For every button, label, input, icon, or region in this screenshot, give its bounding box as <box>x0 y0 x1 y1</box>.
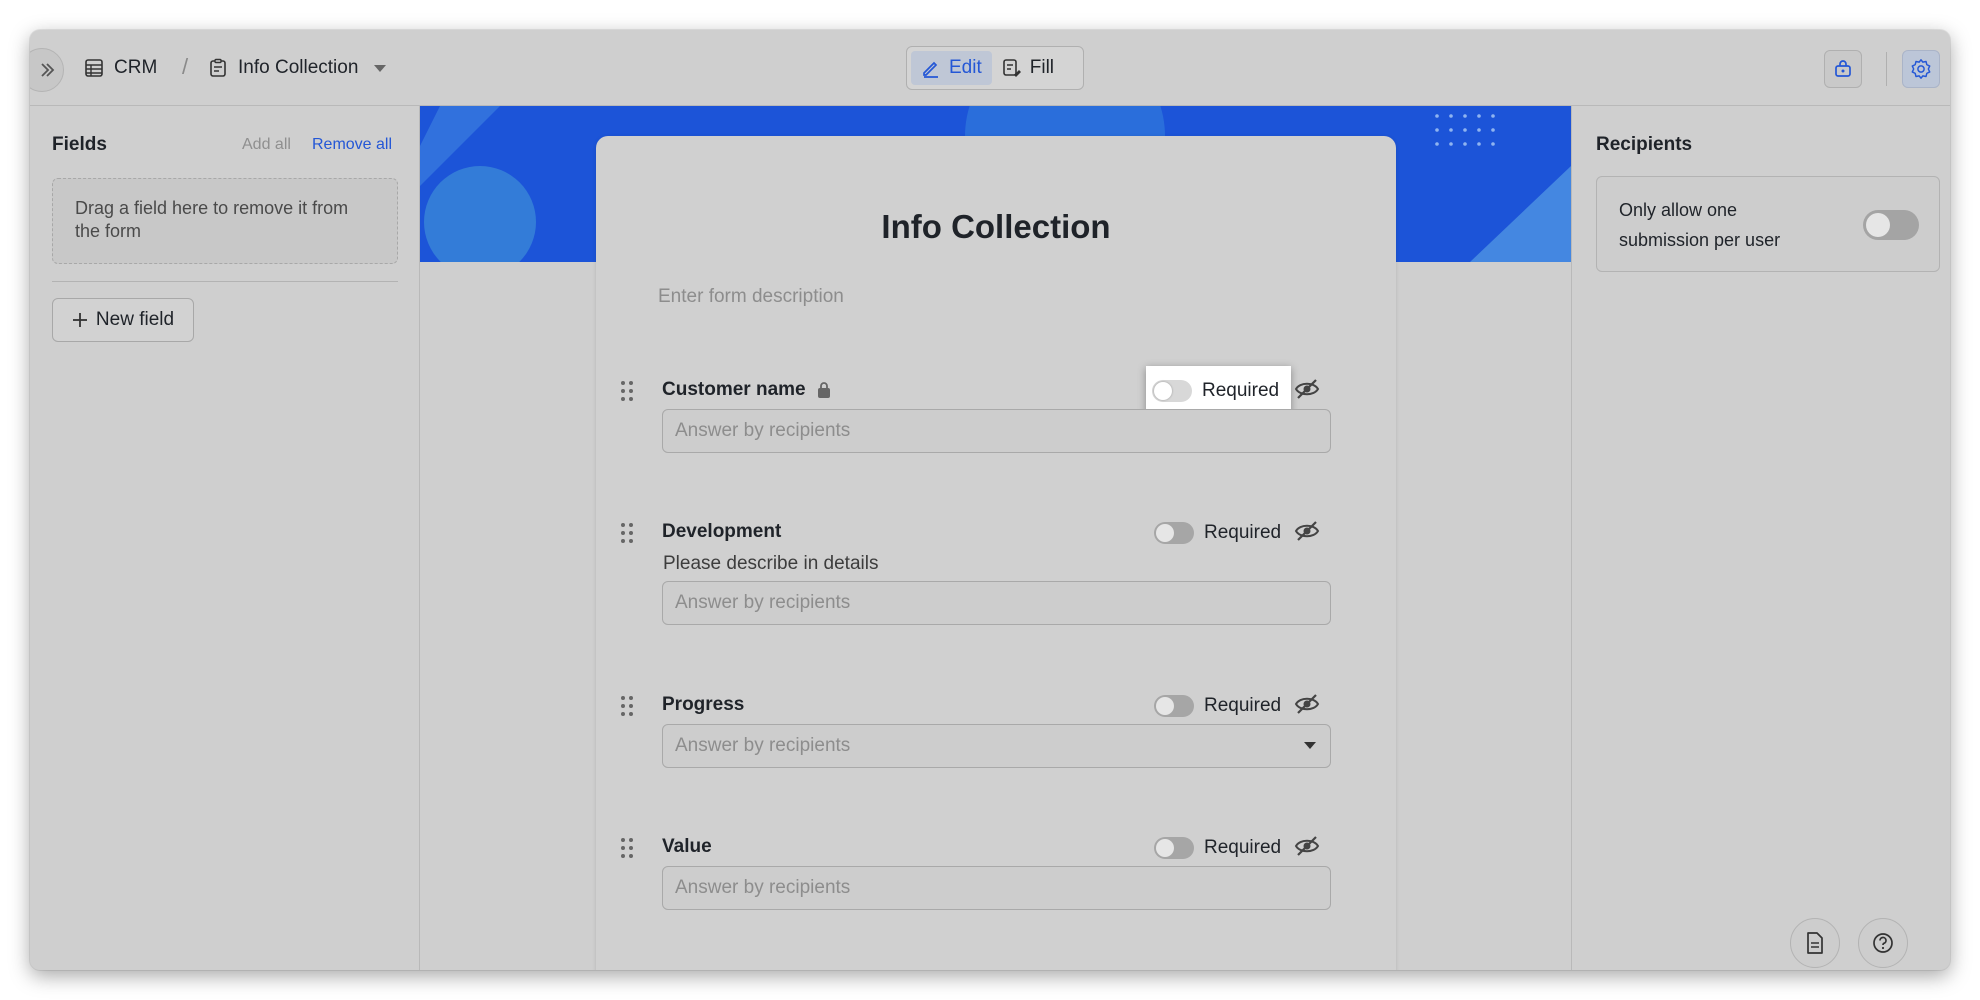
app-window: CRM / Info Collection Edit Fill Fields A… <box>30 30 1950 970</box>
form-icon <box>210 58 226 77</box>
new-field-label: New field <box>95 309 175 330</box>
plus-icon <box>72 313 87 327</box>
eye-off-icon[interactable] <box>1294 519 1320 543</box>
help-button[interactable] <box>1858 918 1908 968</box>
one-submission-toggle[interactable] <box>1863 210 1919 240</box>
form-canvas: Info Collection Enter form description C… <box>420 106 1571 970</box>
drag-handle-icon[interactable] <box>620 521 634 545</box>
fields-panel-title: Fields <box>52 134 107 155</box>
required-toggle[interactable]: Required <box>1150 686 1289 726</box>
field-label: Development <box>662 521 781 543</box>
remove-all-button[interactable]: Remove all <box>312 136 392 154</box>
drag-handle-icon[interactable] <box>620 379 634 403</box>
lock-icon <box>817 382 830 398</box>
eye-off-icon[interactable] <box>1294 377 1320 401</box>
remove-field-dropzone[interactable]: Drag a field here to remove it from the … <box>52 178 398 264</box>
eye-off-icon[interactable] <box>1294 692 1320 716</box>
required-label: Required <box>1204 695 1282 716</box>
question-mark-icon <box>1873 933 1893 953</box>
field-label: Value <box>662 836 712 858</box>
edit-mode-button[interactable]: Edit <box>911 51 992 85</box>
answer-input[interactable]: Answer by recipients <box>662 866 1331 910</box>
one-submission-setting: Only allow one submission per user <box>1596 176 1940 272</box>
form-card: Info Collection Enter form description C… <box>596 136 1396 970</box>
toggle-switch[interactable] <box>1154 522 1194 544</box>
pencil-icon <box>923 61 938 78</box>
field-label: Progress <box>662 694 744 716</box>
lock-bag-icon <box>1835 60 1851 77</box>
field-label-text: Progress <box>662 694 745 715</box>
required-label: Required <box>1204 522 1282 543</box>
breadcrumb-separator: / <box>182 54 189 79</box>
field-label-text: Value <box>662 836 712 857</box>
drag-handle-icon[interactable] <box>620 694 634 718</box>
field-label: Customer name <box>662 379 832 401</box>
fill-mode-button[interactable]: Fill <box>992 51 1064 85</box>
new-field-button[interactable]: New field <box>52 298 194 342</box>
form-description-input[interactable]: Enter form description <box>658 286 844 308</box>
toolbar-divider <box>1886 52 1887 86</box>
required-label: Required <box>1202 380 1280 401</box>
field-description: Please describe in details <box>663 553 879 574</box>
fill-mode-label: Fill <box>1029 57 1055 78</box>
breadcrumb-current-label: Info Collection <box>238 57 359 78</box>
breadcrumb-current[interactable]: Info Collection <box>208 30 387 106</box>
double-chevron-right-icon <box>41 63 55 77</box>
settings-button[interactable] <box>1902 50 1940 88</box>
add-all-button[interactable]: Add all <box>242 136 291 154</box>
answer-select-placeholder: Answer by recipients <box>675 735 851 756</box>
gear-icon <box>1911 59 1931 79</box>
required-toggle[interactable]: Required <box>1150 828 1289 868</box>
toggle-switch[interactable] <box>1152 380 1192 402</box>
drag-handle-icon[interactable] <box>620 836 634 860</box>
document-button[interactable] <box>1790 918 1840 968</box>
breadcrumb-root[interactable]: CRM <box>84 30 157 106</box>
field-label-text: Development <box>662 521 782 542</box>
caret-down-icon <box>1304 742 1316 749</box>
answer-input[interactable]: Answer by recipients <box>662 581 1331 625</box>
mode-switch: Edit Fill <box>906 46 1084 90</box>
edit-mode-label: Edit <box>949 57 982 78</box>
toggle-switch[interactable] <box>1154 695 1194 717</box>
fields-panel-divider <box>52 281 398 282</box>
answer-select[interactable]: Answer by recipients <box>662 724 1331 768</box>
share-lock-button[interactable] <box>1824 50 1862 88</box>
form-title[interactable]: Info Collection <box>596 208 1396 246</box>
expand-sidebar-button[interactable] <box>30 48 64 92</box>
breadcrumb-root-label: CRM <box>114 57 158 78</box>
toggle-switch[interactable] <box>1154 837 1194 859</box>
caret-down-icon <box>374 64 387 72</box>
field-label-text: Customer name <box>662 379 806 400</box>
document-icon <box>1807 932 1823 954</box>
fill-form-icon <box>1002 59 1021 77</box>
top-bar: CRM / Info Collection Edit Fill <box>30 30 1950 106</box>
fields-panel: Fields Add all Remove all Drag a field h… <box>30 106 420 970</box>
table-icon <box>85 59 103 77</box>
recipients-panel-title: Recipients <box>1596 134 1693 155</box>
required-label: Required <box>1204 837 1282 858</box>
required-toggle[interactable]: Required <box>1150 513 1289 553</box>
recipients-panel: Recipients Only allow one submission per… <box>1571 106 1950 970</box>
eye-off-icon[interactable] <box>1294 834 1320 858</box>
one-submission-label: Only allow one submission per user <box>1619 200 1781 250</box>
answer-input[interactable]: Answer by recipients <box>662 409 1331 453</box>
